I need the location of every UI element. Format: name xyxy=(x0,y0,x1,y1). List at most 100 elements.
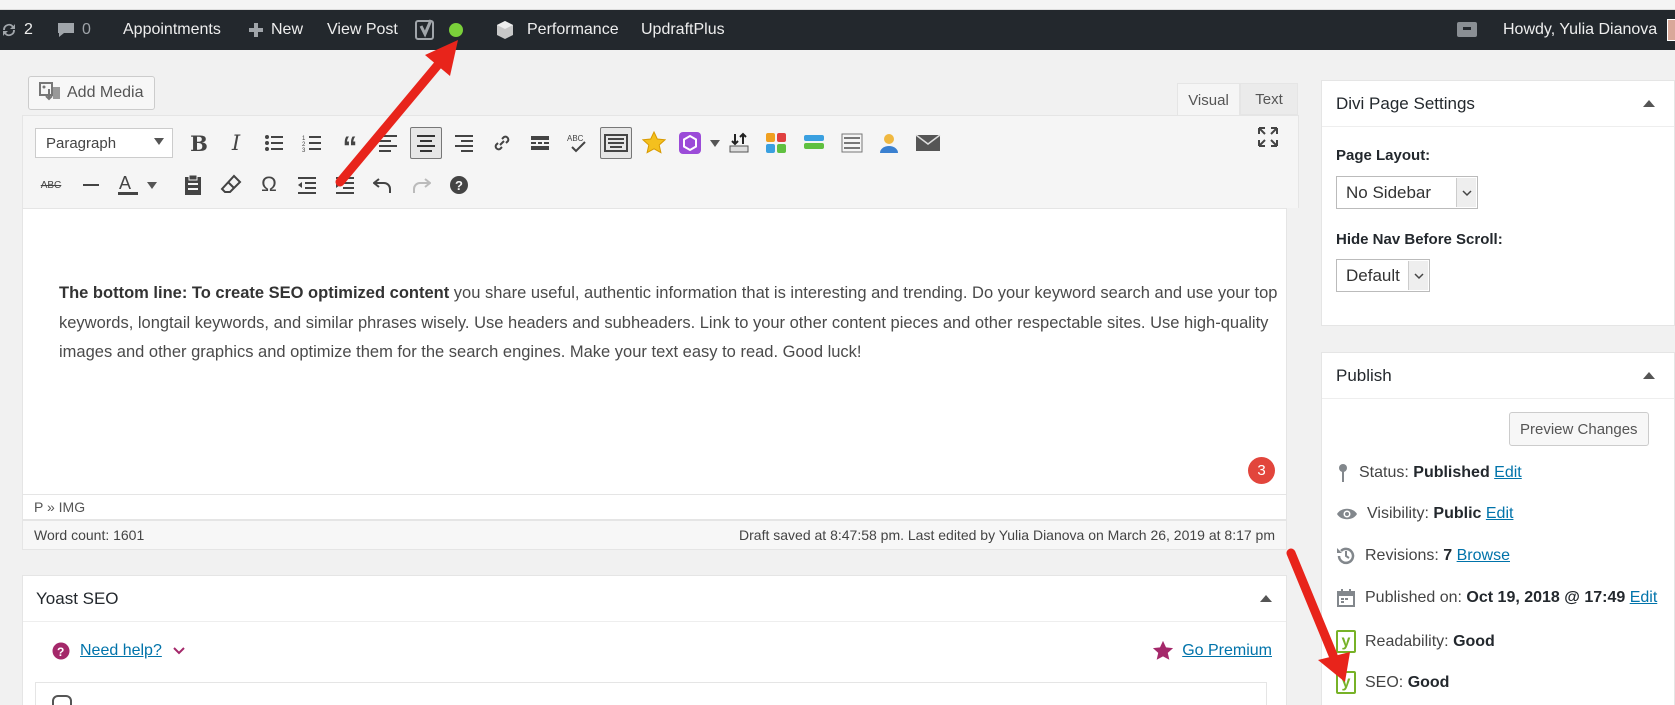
new-content-menu[interactable]: New xyxy=(247,10,303,50)
new-label: New xyxy=(271,21,304,38)
yoast-header[interactable]: Yoast SEO xyxy=(23,576,1286,622)
status-edit-link[interactable]: Edit xyxy=(1494,464,1522,481)
keyboard-shortcuts-button[interactable]: ? xyxy=(443,169,475,201)
favorite-star-button[interactable] xyxy=(638,127,670,159)
special-character-button[interactable]: Ω xyxy=(253,169,285,201)
upload-download-button[interactable] xyxy=(723,127,755,159)
tabs-button[interactable] xyxy=(798,127,830,159)
yoast-logo-icon xyxy=(415,18,437,42)
collapse-arrow-icon[interactable] xyxy=(1643,372,1655,379)
published-on-edit-link[interactable]: Edit xyxy=(1630,589,1658,606)
email-button[interactable] xyxy=(912,127,944,159)
media-icon xyxy=(39,81,61,106)
strikethrough-button[interactable]: ABC xyxy=(35,169,67,201)
hide-nav-label: Hide Nav Before Scroll: xyxy=(1336,231,1503,248)
chevron-down-icon[interactable] xyxy=(172,646,186,656)
grid-layout-button[interactable] xyxy=(760,127,792,159)
comments-item[interactable]: 0 xyxy=(56,10,91,50)
table-icon xyxy=(841,133,863,153)
go-premium-link[interactable]: Go Premium xyxy=(1182,642,1272,660)
align-center-button[interactable] xyxy=(410,127,442,159)
need-help-link[interactable]: Need help? xyxy=(80,642,162,660)
divi-page-settings-box: Divi Page Settings Page Layout: No Sideb… xyxy=(1321,80,1675,326)
chevron-down-icon xyxy=(147,181,157,189)
published-on-value: Oct 19, 2018 @ 17:49 xyxy=(1466,589,1626,606)
page-layout-select[interactable]: No Sidebar xyxy=(1336,176,1478,209)
fullscreen-button[interactable] xyxy=(1252,121,1284,153)
yoast-menu[interactable] xyxy=(415,10,463,50)
updates-item[interactable]: 2 xyxy=(0,10,33,50)
divi-header[interactable]: Divi Page Settings xyxy=(1322,81,1674,127)
blockquote-button[interactable]: “ xyxy=(334,127,366,163)
table-button[interactable] xyxy=(836,127,868,159)
autosave-status: Draft saved at 8:47:58 pm. Last edited b… xyxy=(739,527,1275,543)
browser-bookmarks-strip xyxy=(0,0,1675,10)
tab-text[interactable]: Text xyxy=(1240,83,1298,115)
spellcheck-button[interactable]: ABC xyxy=(562,127,594,159)
bullet-list-button[interactable] xyxy=(258,127,290,159)
published-on-label: Published on: xyxy=(1365,589,1462,606)
go-premium-row: Go Premium xyxy=(1152,640,1272,662)
align-left-button[interactable] xyxy=(372,127,404,159)
collapse-arrow-icon[interactable] xyxy=(1643,100,1655,107)
numbered-list-button[interactable]: 123 xyxy=(296,127,328,159)
shortcode-plugin-button[interactable] xyxy=(675,127,723,159)
undo-icon xyxy=(373,178,391,193)
publish-header[interactable]: Publish xyxy=(1322,353,1674,399)
tab-visual[interactable]: Visual xyxy=(1177,83,1240,116)
align-left-icon xyxy=(379,135,397,152)
published-on-row: Published on: Oct 19, 2018 @ 17:49 Edit xyxy=(1336,588,1657,608)
author-box-button[interactable] xyxy=(873,127,905,159)
italic-button[interactable]: I xyxy=(220,127,252,159)
comments-count: 0 xyxy=(82,21,91,38)
updraftplus-menu[interactable]: UpdraftPlus xyxy=(641,10,725,50)
add-media-button[interactable]: Add Media xyxy=(28,76,155,110)
bullet-list-icon xyxy=(265,135,283,151)
view-post-link[interactable]: View Post xyxy=(327,10,398,50)
performance-label: Performance xyxy=(527,21,619,38)
clear-formatting-button[interactable] xyxy=(215,169,247,201)
revisions-row: Revisions: 7 Browse xyxy=(1336,546,1510,566)
eye-icon xyxy=(1337,508,1357,520)
notifications-item[interactable] xyxy=(1456,10,1478,50)
page-layout-value: No Sidebar xyxy=(1346,182,1432,202)
status-label: Status: xyxy=(1359,464,1409,481)
insert-link-button[interactable] xyxy=(486,127,518,159)
svg-text:A: A xyxy=(119,173,131,193)
help-icon: ? xyxy=(450,176,468,194)
hide-nav-select[interactable]: Default xyxy=(1336,259,1430,292)
redo-button[interactable] xyxy=(405,169,437,201)
star-icon xyxy=(1153,640,1174,660)
browse-revisions-link[interactable]: Browse xyxy=(1457,547,1510,564)
align-right-button[interactable] xyxy=(448,127,480,159)
format-select[interactable]: Paragraph xyxy=(35,128,173,158)
undo-button[interactable] xyxy=(367,169,399,201)
stacked-tabs-icon xyxy=(804,135,824,149)
bold-icon: B xyxy=(190,130,208,156)
my-account-menu[interactable]: Howdy, Yulia Dianova xyxy=(1503,10,1675,50)
text-color-icon: A xyxy=(118,173,138,195)
collapse-arrow-icon[interactable] xyxy=(1260,595,1272,602)
yoast-readability-icon: y xyxy=(1336,630,1356,653)
horizontal-line-icon xyxy=(83,184,99,186)
editor-content-area[interactable]: The bottom line: To create SEO optimized… xyxy=(22,208,1287,495)
visibility-edit-link[interactable]: Edit xyxy=(1486,505,1514,522)
clipboard-icon xyxy=(185,174,201,195)
toolbar-toggle-button[interactable] xyxy=(600,127,632,159)
horizontal-line-button[interactable] xyxy=(75,169,107,201)
outdent-button[interactable] xyxy=(291,169,323,201)
paste-text-button[interactable] xyxy=(177,169,209,201)
revisions-value: 7 xyxy=(1443,547,1453,564)
read-more-button[interactable] xyxy=(524,127,556,159)
svg-text:ABC: ABC xyxy=(567,134,584,143)
fullscreen-icon xyxy=(1258,127,1278,147)
appointments-link[interactable]: Appointments xyxy=(123,10,221,50)
performance-menu[interactable]: Performance xyxy=(495,10,619,50)
preview-changes-button[interactable]: Preview Changes xyxy=(1509,412,1649,446)
content-bold-lead: The bottom line: To create SEO optimized… xyxy=(59,284,450,302)
text-color-button[interactable]: A xyxy=(113,169,161,201)
seo-label: SEO: xyxy=(1365,673,1404,691)
notification-count-badge[interactable]: 3 xyxy=(1248,457,1275,484)
indent-button[interactable] xyxy=(329,169,361,201)
bold-button[interactable]: B xyxy=(183,127,215,159)
